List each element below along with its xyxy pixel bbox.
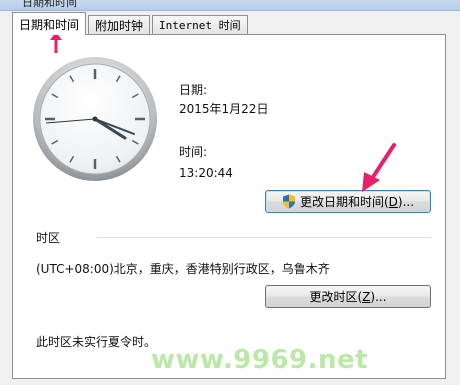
uac-shield-icon xyxy=(282,194,295,209)
timezone-value: (UTC+08:00)北京，重庆，香港特别行政区，乌鲁木齐 xyxy=(36,262,330,276)
dst-note: 此时区未实行夏令时。 xyxy=(36,335,157,349)
change-timezone-button[interactable]: 更改时区(Z)... xyxy=(265,285,431,308)
timezone-divider xyxy=(97,237,431,238)
tab-additional-clocks[interactable]: 附加时钟 xyxy=(88,15,151,34)
watermark: www.9969.net xyxy=(151,345,369,375)
analog-clock xyxy=(33,57,157,181)
change-date-time-label: 更改日期和时间(D)... xyxy=(299,195,415,209)
date-label: 日期: xyxy=(179,83,208,97)
clock-center xyxy=(92,116,98,122)
tab-strip: 日期和时间 附加时钟 Internet 时间 xyxy=(12,12,248,35)
tab-date-and-time[interactable]: 日期和时间 xyxy=(12,12,87,35)
tab-panel: 日期: 2015年1月22日 时间: 13:20:44 更改日期和时间(D)..… xyxy=(12,34,446,379)
time-label: 时间: xyxy=(179,145,208,159)
tab-internet-time[interactable]: Internet 时间 xyxy=(152,15,248,34)
window-title-bar: 日期和时间 xyxy=(0,0,460,11)
date-value: 2015年1月22日 xyxy=(179,102,269,116)
window-title: 日期和时间 xyxy=(22,0,77,9)
change-timezone-label: 更改时区(Z)... xyxy=(309,290,387,304)
change-date-time-button[interactable]: 更改日期和时间(D)... xyxy=(265,190,431,213)
time-value: 13:20:44 xyxy=(179,166,233,180)
timezone-section-label: 时区 xyxy=(36,231,61,245)
